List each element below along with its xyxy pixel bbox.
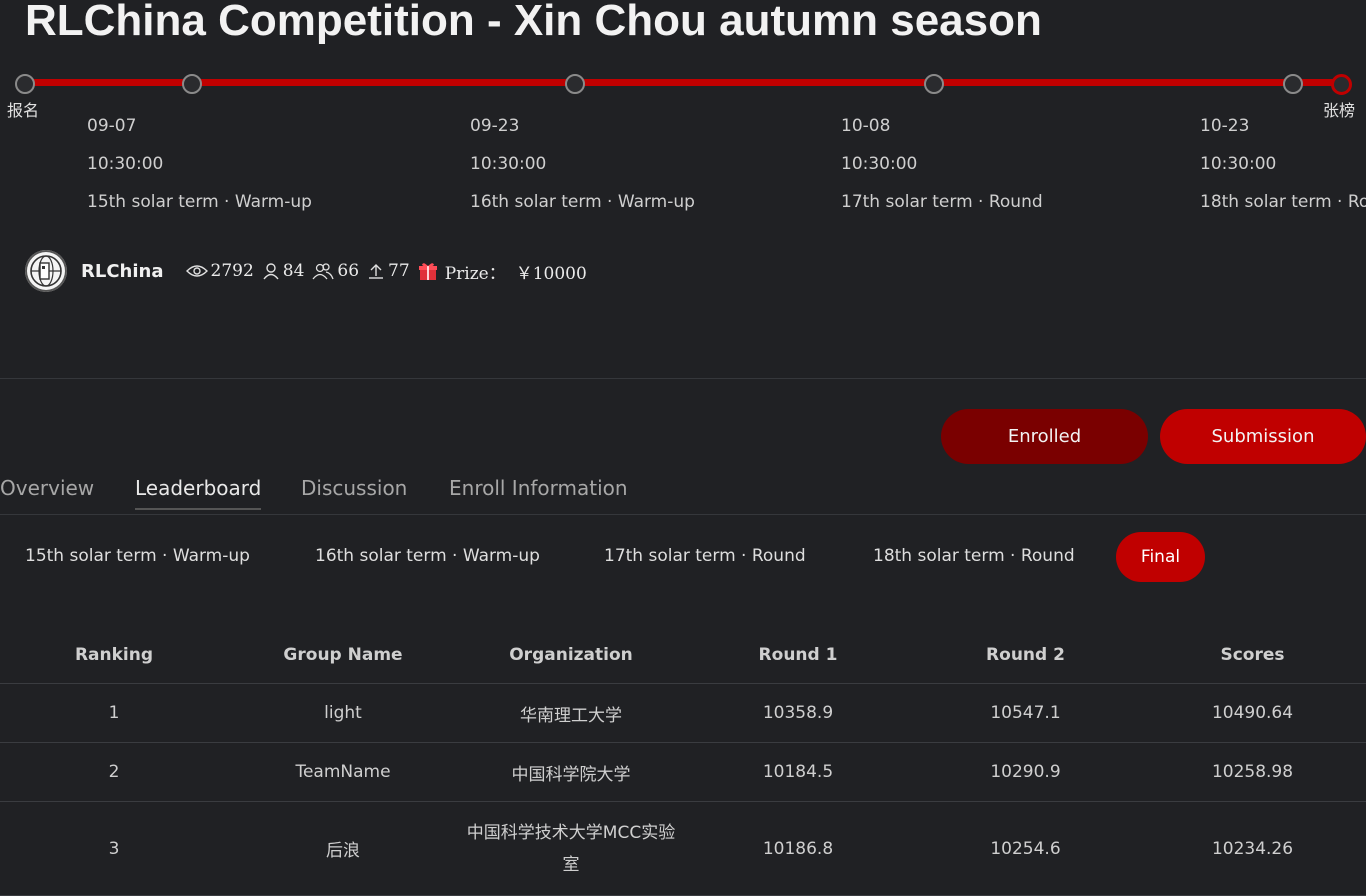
tab-discussion[interactable]: Discussion: [301, 476, 407, 508]
timeline-dot-current: [1331, 74, 1352, 95]
user-icon: [263, 263, 279, 280]
stage-name: 18th solar term · Round: [1200, 192, 1366, 212]
tab-leaderboard[interactable]: Leaderboard: [135, 476, 262, 510]
prize-label: Prize：: [444, 263, 506, 284]
submissions-stat: 77: [367, 261, 410, 281]
timeline-dot: [1283, 74, 1303, 94]
organizer-info: RLChina 2792 84 66 77 Prize： ￥10000: [25, 250, 595, 292]
timeline-start-label: 报名: [7, 101, 40, 120]
stage-date: 10-08: [841, 116, 891, 136]
column-header[interactable]: Organization: [458, 626, 684, 684]
column-header[interactable]: Ranking: [0, 626, 228, 684]
globe-logo-icon: [30, 255, 62, 287]
competition-stats: 2792 84 66 77 Prize： ￥10000: [185, 259, 595, 284]
main-tabs: Overview Leaderboard Discussion Enroll I…: [0, 476, 1366, 515]
participants-count: 84: [282, 261, 305, 281]
stage-date: 10-23: [1200, 116, 1250, 136]
table-header-row: Ranking Group Name Organization Round 1 …: [0, 626, 1366, 684]
round2-cell: 10290.9: [912, 742, 1139, 802]
tab-overview[interactable]: Overview: [0, 476, 94, 508]
participants-stat: 84: [262, 261, 305, 281]
organization-cell: 华南理工大学: [458, 683, 684, 743]
group-name-cell: 后浪: [228, 801, 458, 896]
timeline-stage: 10-08 10:30:00 17th solar term · Round: [841, 114, 1043, 228]
organization-text: 中国科学技术大学MCC实验室: [466, 822, 676, 875]
organization-cell: 中国科学院大学: [458, 742, 684, 802]
stage-name: 15th solar term · Warm-up: [87, 192, 312, 212]
column-header[interactable]: Round 2: [912, 626, 1139, 684]
section-divider: [0, 378, 1366, 379]
timeline-progress-bar: [25, 79, 1341, 86]
group-name-cell: light: [228, 683, 458, 743]
stage-name: 16th solar term · Warm-up: [470, 192, 695, 212]
column-header[interactable]: Scores: [1139, 626, 1366, 684]
teams-stat: 66: [312, 261, 359, 281]
ranking-cell: 1: [0, 683, 228, 743]
table-row: 2 TeamName 中国科学院大学 10184.5 10290.9 10258…: [0, 742, 1366, 802]
timeline-dot: [182, 74, 202, 94]
round-tab-16th[interactable]: 16th solar term · Warm-up: [315, 546, 540, 566]
table-row: 3 后浪 中国科学技术大学MCC实验室 10186.8 10254.6 1023…: [0, 801, 1366, 896]
views-count: 2792: [210, 261, 254, 281]
ranking-cell: 2: [0, 742, 228, 802]
tab-enroll-information[interactable]: Enroll Information: [449, 476, 628, 508]
score-cell: 10234.26: [1139, 801, 1366, 896]
teams-count: 66: [337, 261, 360, 281]
group-name-cell: TeamName: [228, 742, 458, 802]
stage-date: 09-23: [470, 116, 520, 136]
organizer-avatar[interactable]: [25, 250, 67, 292]
organization-cell: 中国科学技术大学MCC实验室: [458, 801, 684, 896]
timeline-stage: 09-23 10:30:00 16th solar term · Warm-up: [470, 114, 695, 228]
views-stat: 2792: [185, 261, 254, 281]
ranking-cell: 3: [0, 801, 228, 896]
timeline-dot: [924, 74, 944, 94]
stage-name: 17th solar term · Round: [841, 192, 1043, 212]
timeline-dot: [15, 74, 35, 94]
upload-icon: [369, 264, 384, 279]
stage-date: 09-07: [87, 116, 137, 136]
enrolled-button[interactable]: Enrolled: [941, 409, 1148, 464]
eye-icon: [185, 265, 208, 277]
timeline-stage: 10-23 10:30:00 18th solar term · Round: [1200, 114, 1366, 228]
gift-icon: [418, 263, 437, 280]
stage-time: 10:30:00: [1200, 154, 1277, 174]
page-title: RLChina Competition - Xin Chou autumn se…: [25, 0, 1042, 45]
stage-time: 10:30:00: [841, 154, 918, 174]
organizer-name[interactable]: RLChina: [81, 261, 164, 282]
stage-time: 10:30:00: [87, 154, 164, 174]
round2-cell: 10254.6: [912, 801, 1139, 896]
leaderboard-table: Ranking Group Name Organization Round 1 …: [0, 626, 1366, 896]
prize-value: ￥10000: [515, 263, 587, 284]
round-tab-final[interactable]: Final: [1116, 532, 1205, 582]
score-cell: 10490.64: [1139, 683, 1366, 743]
round-tab-15th[interactable]: 15th solar term · Warm-up: [25, 546, 250, 566]
round-tab-18th[interactable]: 18th solar term · Round: [873, 546, 1075, 566]
round2-cell: 10547.1: [912, 683, 1139, 743]
round1-cell: 10186.8: [684, 801, 912, 896]
round1-cell: 10184.5: [684, 742, 912, 802]
submissions-count: 77: [388, 261, 410, 281]
timeline-dot: [565, 74, 585, 94]
column-header[interactable]: Round 1: [684, 626, 912, 684]
stage-time: 10:30:00: [470, 154, 547, 174]
round-tab-17th[interactable]: 17th solar term · Round: [604, 546, 806, 566]
submission-button[interactable]: Submission: [1160, 409, 1366, 464]
table-row: 1 light 华南理工大学 10358.9 10547.1 10490.64: [0, 683, 1366, 743]
prize-stat: Prize： ￥10000: [418, 259, 587, 284]
column-header[interactable]: Group Name: [228, 626, 458, 684]
score-cell: 10258.98: [1139, 742, 1366, 802]
round1-cell: 10358.9: [684, 683, 912, 743]
timeline-stage: 09-07 10:30:00 15th solar term · Warm-up: [87, 114, 312, 228]
team-icon: [312, 263, 335, 280]
